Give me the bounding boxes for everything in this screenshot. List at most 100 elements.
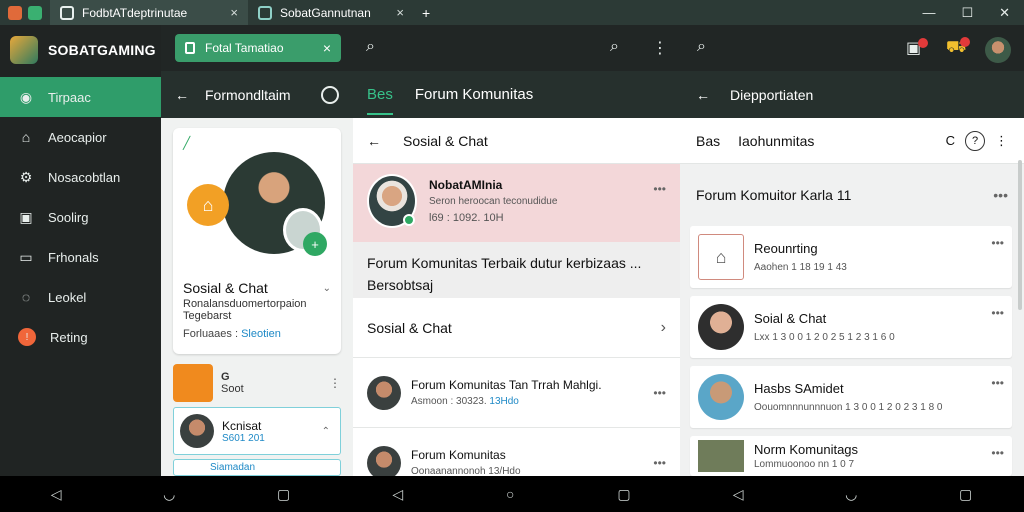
refresh-icon[interactable]: C: [946, 133, 955, 148]
nav-group-2: ◁ ○ ▢: [341, 476, 682, 512]
sidebar-item-label: Leokel: [48, 289, 87, 305]
sidebar-item-rating[interactable]: ! Reting: [0, 317, 161, 357]
sidebar-item-home[interactable]: ◉ Tirpaac: [0, 77, 161, 117]
community-card[interactable]: Norm Komunitags Lommuoonoo nn 1 0 7 •••: [690, 436, 1012, 476]
title-bar: FodbtATdeptrinutae × SobatGannutnan × + …: [0, 0, 1024, 25]
thread-item[interactable]: Forum Komunitas Tan Trrah Mahlgi. Asmoon…: [353, 358, 680, 428]
chevron-up-icon[interactable]: ⌃: [322, 426, 330, 437]
chevron-down-icon[interactable]: ⌄: [323, 283, 331, 294]
card-title: Sosial & Chat: [183, 280, 268, 296]
android-nav-bar: ◁ ◡ ▢ ◁ ○ ▢ ◁ ◡ ▢: [0, 476, 1024, 512]
mini-group-sub: Soot: [221, 383, 244, 395]
forum-panel: Bes Forum Komunitas ← Sosial & Chat Noba…: [353, 71, 680, 498]
card-thumbnail: [698, 440, 744, 472]
image-icon: ▣: [19, 208, 33, 225]
sidebar-item-settings[interactable]: ⚙ Nosacobtlan: [0, 157, 161, 197]
thread-meta-link[interactable]: 13Hdo: [489, 396, 518, 407]
scrollbar[interactable]: [1018, 160, 1022, 310]
sidebar-item-friends[interactable]: ▭ Frhonals: [0, 237, 161, 277]
sidebar-item-explore[interactable]: ⌂ Aeocapior: [0, 117, 161, 157]
tab-close-icon[interactable]: ×: [396, 5, 404, 20]
home-badge-icon: ⌂: [187, 184, 229, 226]
tab-favicon-icon: [60, 5, 74, 20]
thread-title: Forum Komunitas: [411, 448, 506, 462]
active-chip[interactable]: Fotal Tamatiao ×: [175, 34, 341, 62]
chip-label: Fotal Tamatiao: [205, 41, 284, 55]
more-horiz-icon[interactable]: •••: [653, 456, 666, 470]
post-text: Forum Komunitas Terbaik dutur kerbizaas …: [353, 242, 680, 298]
mini-group-row[interactable]: G Soot ⋮: [173, 363, 341, 403]
subheader-title: Sosial & Chat: [403, 132, 488, 149]
search-zoom-icon[interactable]: ⌕: [610, 38, 619, 56]
more-vert-icon[interactable]: ⋮: [995, 133, 1008, 149]
friend-name: Kcnisat: [222, 418, 262, 433]
tab-bes[interactable]: Bes: [367, 74, 393, 115]
thread-title: Forum Komunitas Tan Trrah Mahlgi.: [411, 378, 602, 392]
community-card[interactable]: Hasbs SAmidet Oouomnnnunnnuon 1 3 0 0 1 …: [690, 366, 1012, 428]
card-text: Soial & Chat Lxx 1 3 0 0 1 2 0 2 5 1 2 3…: [754, 311, 895, 343]
featured-name: NobatAMInia: [429, 178, 503, 192]
more-horiz-icon[interactable]: •••: [991, 236, 1004, 250]
back-arrow-icon[interactable]: ←: [175, 87, 189, 103]
house-icon: ⌂: [21, 129, 31, 145]
browser-tab-1[interactable]: FodbtATdeptrinutae ×: [50, 0, 248, 25]
maximize-icon[interactable]: ☐: [961, 5, 973, 21]
home-nav-icon[interactable]: ◡: [163, 486, 175, 503]
chevron-right-icon: ›: [660, 318, 666, 336]
more-horiz-icon[interactable]: •••: [991, 306, 1004, 320]
tab-close-icon[interactable]: ×: [230, 5, 238, 20]
sidebar-item-global[interactable]: ◌ Leokel: [0, 277, 161, 317]
help-icon[interactable]: ?: [965, 130, 985, 151]
more-horiz-icon[interactable]: •••: [993, 187, 1008, 203]
card-sub: Lommuoonoo nn 1 0 7: [754, 459, 855, 470]
card-text: Hasbs SAmidet Oouomnnnunnnuon 1 3 0 0 1 …: [754, 381, 943, 413]
home-nav-icon[interactable]: ○: [506, 486, 514, 502]
search-icon[interactable]: ⌕: [366, 38, 375, 56]
search-icon-right[interactable]: ⌕: [697, 38, 706, 56]
more-vert-icon[interactable]: ⋮: [652, 38, 668, 58]
compass-icon[interactable]: [321, 85, 339, 104]
card-avatar: [698, 304, 744, 350]
more-horiz-icon[interactable]: •••: [653, 182, 666, 196]
app-icon-2: [28, 5, 42, 20]
more-horiz-icon[interactable]: •••: [653, 386, 666, 400]
card-footer-link[interactable]: Sleotien: [241, 328, 281, 340]
community-card[interactable]: ⌂ Reounrting Aaohen 1 18 19 1 43 •••: [690, 226, 1012, 288]
minimize-icon[interactable]: —: [922, 5, 935, 21]
more-horiz-icon[interactable]: •••: [991, 376, 1004, 390]
user-avatar[interactable]: [985, 37, 1011, 63]
list-item[interactable]: Sosial & Chat ›: [353, 298, 680, 358]
section-title-text: Forum Komuitor Karla 11: [696, 187, 852, 203]
window-controls: — ☐ ✕: [922, 5, 1024, 21]
back-arrow-icon[interactable]: ←: [696, 87, 710, 103]
sidebar-item-label: Aeocapior: [48, 129, 107, 145]
friend-card[interactable]: Kcnisat S601 201 ⌃: [173, 407, 341, 455]
recents-nav-icon[interactable]: ▢: [959, 486, 972, 503]
recents-nav-icon[interactable]: ▢: [277, 486, 290, 503]
back-nav-icon[interactable]: ◁: [392, 486, 403, 503]
back-arrow-icon[interactable]: ←: [367, 133, 381, 149]
community-title: Diepportiaten: [730, 86, 814, 103]
tab-forum[interactable]: Forum Komunitas: [415, 86, 533, 103]
more-horiz-icon[interactable]: •••: [991, 446, 1004, 460]
more-vert-icon[interactable]: ⋮: [329, 376, 341, 390]
browser-tab-2[interactable]: SobatGannutnan ×: [248, 0, 414, 25]
sidebar-item-media[interactable]: ▣ Soolirg: [0, 197, 161, 237]
new-tab-icon[interactable]: +: [414, 5, 430, 21]
friend-card-2[interactable]: Siamadan: [173, 459, 341, 476]
back-nav-icon[interactable]: ◁: [51, 486, 62, 503]
back-nav-icon[interactable]: ◁: [733, 486, 744, 503]
home-nav-icon[interactable]: ◡: [845, 486, 857, 503]
community-card[interactable]: Soial & Chat Lxx 1 3 0 0 1 2 0 2 5 1 2 3…: [690, 296, 1012, 358]
add-friend-icon[interactable]: +: [303, 232, 327, 256]
close-window-icon[interactable]: ✕: [999, 5, 1010, 21]
community-subheader: Bas Iaohunmitas C ? ⋮: [680, 118, 1024, 164]
gear-icon: ⚙: [19, 168, 33, 185]
chip-close-icon[interactable]: ×: [323, 40, 331, 56]
featured-post[interactable]: NobatAMInia Seron heroocan teconudidue l…: [353, 164, 680, 242]
group-thumbnail: [173, 364, 213, 402]
recents-nav-icon[interactable]: ▢: [617, 486, 630, 503]
profile-card[interactable]: ╱ ⌂ + Sosial & Chat ⌄ Ronalansduomertorp…: [173, 128, 341, 354]
card-title: Reounrting: [754, 241, 818, 256]
subheader-left: Bas: [696, 132, 721, 149]
